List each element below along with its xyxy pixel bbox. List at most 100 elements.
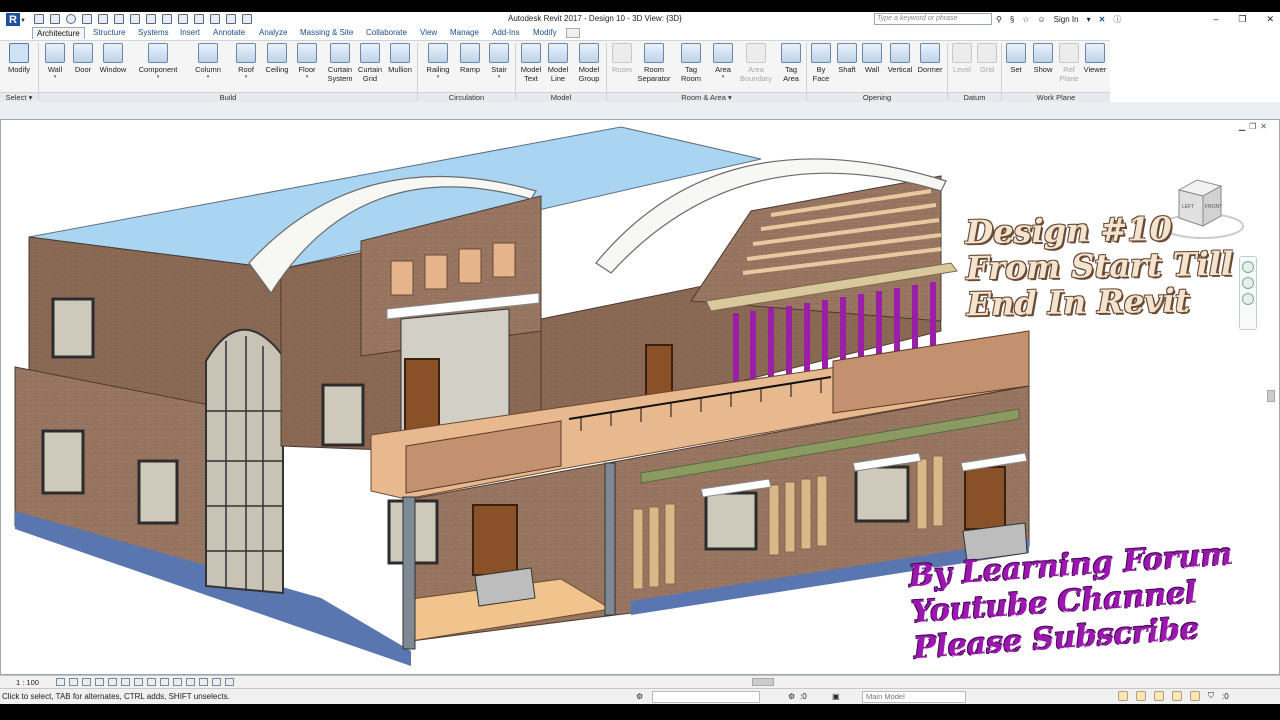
select-underlay-icon[interactable]	[1136, 691, 1146, 701]
3d-view-canvas[interactable]: ▁ ❐ ✕ LEFT FRONT Design #10 From Start T…	[0, 119, 1280, 675]
design-options-icon[interactable]: ⚙	[788, 692, 795, 701]
room-separator-tool[interactable]: Room Separator	[636, 43, 672, 83]
stair-tool[interactable]: Stair ▾	[486, 43, 512, 80]
render-icon[interactable]	[108, 678, 117, 686]
scrollbar-thumb[interactable]	[752, 678, 774, 686]
door[interactable]	[964, 466, 1006, 530]
subscription-icon[interactable]: §	[1010, 15, 1014, 24]
show-tool[interactable]: Show	[1030, 43, 1056, 74]
help-icon[interactable]: ⓘ	[1113, 14, 1121, 25]
exchange-apps-icon[interactable]: ✕	[1099, 15, 1106, 24]
detail-level-icon[interactable]	[56, 678, 65, 686]
text-icon[interactable]	[162, 14, 172, 24]
close-hidden-icon[interactable]	[226, 14, 236, 24]
window-tool[interactable]: Window	[97, 43, 129, 74]
close-icon[interactable]: ✕	[1266, 14, 1274, 25]
model-group-tool[interactable]: Model Group	[575, 43, 603, 83]
tab-add-ins[interactable]: Add-Ins	[492, 28, 520, 37]
wall-opening-tool[interactable]: Wall	[861, 43, 883, 74]
workset-selector[interactable]	[652, 691, 760, 703]
sign-in-link[interactable]: Sign In	[1054, 15, 1079, 24]
curtain-system-tool[interactable]: Curtain System	[324, 43, 356, 83]
section-icon[interactable]	[194, 14, 204, 24]
area-boundary-tool[interactable]: Area Boundary	[738, 43, 774, 83]
model-line-tool[interactable]: Model Line	[545, 43, 571, 83]
3d-view-icon[interactable]	[178, 14, 188, 24]
thin-lines-icon[interactable]	[210, 14, 220, 24]
window[interactable]	[854, 465, 910, 523]
drag-elements-icon[interactable]	[1190, 691, 1200, 701]
switch-windows-icon[interactable]	[242, 14, 252, 24]
user-icon[interactable]: ☺	[1037, 15, 1045, 24]
visual-style-icon[interactable]	[69, 678, 78, 686]
open-icon[interactable]	[34, 14, 44, 24]
binoculars-icon[interactable]: ⚲	[996, 15, 1002, 24]
shaft-tool[interactable]: Shaft	[835, 43, 859, 74]
ref-plane-tool[interactable]: Ref Plane	[1058, 43, 1080, 83]
component-tool[interactable]: Component ▾	[135, 43, 181, 80]
redo-icon[interactable]	[98, 14, 108, 24]
room-tool[interactable]: Room	[610, 43, 634, 74]
highlight-displacement-icon[interactable]	[212, 678, 221, 686]
viewcube-left-label[interactable]: LEFT	[1182, 204, 1194, 210]
tag-room-tool[interactable]: Tag Room	[678, 43, 704, 83]
print-icon[interactable]	[114, 14, 124, 24]
worksets-icon[interactable]: ⚙	[636, 692, 643, 701]
analytical-model-icon[interactable]	[199, 678, 208, 686]
ramp-tool[interactable]: Ramp	[457, 43, 483, 74]
select-by-face-icon[interactable]	[1172, 691, 1182, 701]
column-tool[interactable]: Column ▾	[191, 43, 225, 80]
set-tool[interactable]: Set	[1005, 43, 1027, 74]
door-tool[interactable]: Door	[71, 43, 95, 74]
window[interactable]	[321, 383, 365, 447]
chevron-down-icon[interactable]: ▾	[1087, 15, 1091, 24]
restore-icon[interactable]: ❐	[1249, 122, 1256, 131]
tab-architecture[interactable]: Architecture	[32, 27, 85, 39]
horizontal-scrollbar[interactable]	[262, 678, 1272, 686]
reveal-constraints-icon[interactable]	[225, 678, 234, 686]
minimize-icon[interactable]: ▁	[1239, 122, 1245, 131]
shadows-icon[interactable]	[95, 678, 104, 686]
sync-icon[interactable]	[66, 14, 76, 24]
minimize-icon[interactable]: –	[1213, 14, 1218, 24]
zoom-icon[interactable]	[1242, 277, 1254, 289]
main-model-icon[interactable]: ▣	[832, 692, 840, 701]
tab-modify[interactable]: Modify	[533, 28, 557, 37]
modify-tool[interactable]: Modify	[5, 43, 33, 74]
wall-tool[interactable]: Wall ▾	[43, 43, 67, 80]
roof-tool[interactable]: Roof ▾	[233, 43, 259, 80]
sun-path-icon[interactable]	[82, 678, 91, 686]
floor-tool[interactable]: Floor ▾	[295, 43, 319, 80]
curtain-grid-tool[interactable]: Curtain Grid	[356, 43, 384, 83]
tab-annotate[interactable]: Annotate	[213, 28, 245, 37]
reveal-hidden-icon[interactable]	[173, 678, 182, 686]
viewer-tool[interactable]: Viewer	[1082, 43, 1108, 74]
favorites-icon[interactable]: ☆	[1022, 15, 1029, 24]
door[interactable]	[472, 504, 518, 576]
tab-massing-site[interactable]: Massing & Site	[300, 28, 353, 37]
dimension-icon[interactable]	[146, 14, 156, 24]
tab-insert[interactable]: Insert	[180, 28, 200, 37]
window[interactable]	[704, 491, 758, 551]
window[interactable]	[41, 429, 85, 495]
tab-structure[interactable]: Structure	[93, 28, 125, 37]
vertical-opening-tool[interactable]: Vertical	[886, 43, 914, 74]
show-crop-icon[interactable]	[134, 678, 143, 686]
temp-hide-icon[interactable]	[160, 678, 169, 686]
ceiling-tool[interactable]: Ceiling	[262, 43, 292, 74]
by-face-tool[interactable]: By Face	[810, 43, 832, 83]
lock-view-icon[interactable]	[147, 678, 156, 686]
save-icon[interactable]	[50, 14, 60, 24]
crop-view-icon[interactable]	[121, 678, 130, 686]
restore-icon[interactable]: ❐	[1238, 14, 1246, 25]
window[interactable]	[137, 459, 179, 525]
select-links-icon[interactable]	[1118, 691, 1128, 701]
tab-view[interactable]: View	[420, 28, 437, 37]
tab-analyze[interactable]: Analyze	[259, 28, 287, 37]
tab-systems[interactable]: Systems	[138, 28, 169, 37]
measure-icon[interactable]	[130, 14, 140, 24]
level-tool[interactable]: Level	[951, 43, 973, 74]
filter-icon[interactable]: ⛉	[1208, 691, 1214, 701]
tab-manage[interactable]: Manage	[450, 28, 479, 37]
close-icon[interactable]: ✕	[1260, 122, 1267, 131]
